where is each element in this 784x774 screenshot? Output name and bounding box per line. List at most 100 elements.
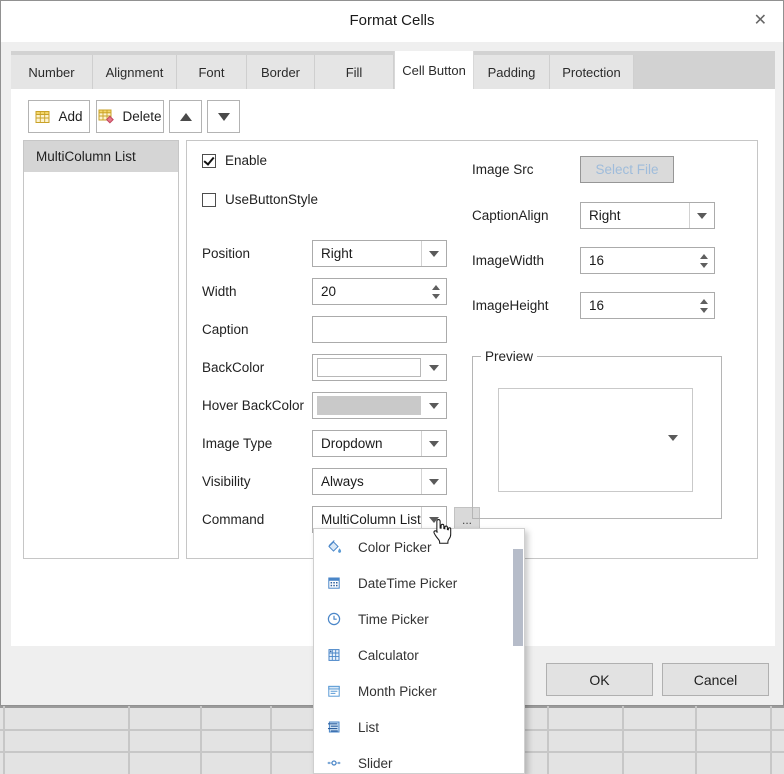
dropdown-item-label: Month Picker	[358, 684, 437, 699]
dropdown-item-slider[interactable]: Slider	[314, 745, 524, 774]
enable-checkbox[interactable]	[202, 154, 216, 168]
spin-up-icon[interactable]	[700, 299, 708, 304]
close-icon[interactable]: ✕	[754, 11, 767, 31]
position-label: Position	[202, 240, 250, 267]
dropdown-item-label: DateTime Picker	[358, 576, 457, 591]
hover-backcolor-picker[interactable]	[312, 392, 447, 419]
image-type-value: Dropdown	[313, 436, 421, 451]
tab-strip: Number Alignment Font Border Fill Cell B…	[11, 51, 775, 89]
dropdown-item-label: List	[358, 720, 379, 735]
month-picker-icon	[326, 683, 342, 699]
add-button[interactable]: Add	[28, 100, 90, 133]
spin-down-icon[interactable]	[700, 263, 708, 268]
dropdown-item-label: Slider	[358, 756, 393, 771]
position-value: Right	[313, 246, 421, 261]
slider-icon	[326, 755, 342, 771]
tab-protection[interactable]: Protection	[550, 55, 634, 89]
enable-checkbox-row[interactable]: Enable	[202, 153, 267, 168]
caption-align-combobox[interactable]: Right	[580, 202, 715, 229]
grid-line	[547, 706, 549, 774]
ok-button[interactable]: OK	[546, 663, 653, 696]
visibility-combobox[interactable]: Always	[312, 468, 447, 495]
dropdown-item-month-picker[interactable]: Month Picker	[314, 673, 524, 709]
enable-label: Enable	[225, 153, 267, 168]
image-src-label: Image Src	[472, 156, 534, 183]
dropdown-item-list[interactable]: List	[314, 709, 524, 745]
width-input[interactable]	[313, 284, 426, 299]
select-file-button[interactable]: Select File	[580, 156, 674, 183]
tab-cell-button[interactable]: Cell Button	[394, 51, 474, 89]
list-icon	[326, 719, 342, 735]
chevron-down-icon[interactable]	[421, 241, 446, 266]
usebuttonstyle-checkbox[interactable]	[202, 193, 216, 207]
chevron-down-icon[interactable]	[689, 203, 714, 228]
image-type-combobox[interactable]: Dropdown	[312, 430, 447, 457]
grid-line	[128, 706, 130, 774]
width-label: Width	[202, 278, 237, 305]
usebuttonstyle-label: UseButtonStyle	[225, 192, 318, 207]
tab-fill[interactable]: Fill	[315, 55, 394, 89]
hover-backcolor-label: Hover BackColor	[202, 392, 304, 419]
calculator-icon	[326, 647, 342, 663]
image-height-input[interactable]	[581, 298, 694, 313]
tab-padding[interactable]: Padding	[474, 55, 550, 89]
command-label: Command	[202, 506, 264, 533]
add-button-label: Add	[58, 109, 82, 124]
cell-button-listbox: MultiColumn List	[23, 140, 179, 559]
spin-up-icon[interactable]	[700, 254, 708, 259]
properties-panel: Enable UseButtonStyle Position Right Wid…	[186, 140, 758, 559]
preview-cell	[498, 388, 693, 492]
grid-line	[200, 706, 202, 774]
chevron-down-icon[interactable]	[421, 431, 446, 456]
visibility-value: Always	[313, 474, 421, 489]
add-table-icon	[35, 110, 50, 124]
tab-alignment[interactable]: Alignment	[93, 55, 177, 89]
backcolor-picker[interactable]	[312, 354, 447, 381]
image-type-label: Image Type	[202, 430, 272, 457]
move-down-button[interactable]	[207, 100, 240, 133]
grid-line	[695, 706, 697, 774]
move-up-button[interactable]	[169, 100, 202, 133]
position-combobox[interactable]: Right	[312, 240, 447, 267]
chevron-down-icon[interactable]	[421, 469, 446, 494]
caption-input[interactable]	[313, 317, 446, 342]
list-item-multicolumn-list[interactable]: MultiColumn List	[24, 141, 178, 172]
delete-button-label: Delete	[122, 109, 161, 124]
delete-button[interactable]: Delete	[96, 100, 164, 133]
command-value: MultiColumn List	[313, 512, 421, 527]
delete-table-icon	[98, 109, 114, 124]
image-height-spinner[interactable]	[580, 292, 715, 319]
tab-number[interactable]: Number	[11, 55, 93, 89]
tab-border[interactable]: Border	[247, 55, 315, 89]
image-width-spinner[interactable]	[580, 247, 715, 274]
caption-align-value: Right	[581, 208, 689, 223]
dropdown-item-datetime-picker[interactable]: DateTime Picker	[314, 565, 524, 601]
caption-textbox[interactable]	[312, 316, 447, 343]
hand-cursor	[429, 518, 452, 552]
dialog-title: Format Cells	[1, 12, 783, 29]
backcolor-swatch	[317, 358, 421, 377]
grid-line	[770, 706, 772, 774]
dropdown-scrollbar-thumb[interactable]	[513, 549, 523, 646]
dropdown-item-calculator[interactable]: Calculator	[314, 637, 524, 673]
spin-down-icon[interactable]	[700, 308, 708, 313]
backcolor-label: BackColor	[202, 354, 264, 381]
caption-label: Caption	[202, 316, 249, 343]
command-dropdown-popup: Color Picker DateTime Picker Time Picker…	[313, 528, 525, 774]
width-spinner[interactable]	[312, 278, 447, 305]
cancel-button[interactable]: Cancel	[662, 663, 769, 696]
color-picker-icon	[326, 539, 342, 555]
spin-up-icon[interactable]	[432, 285, 440, 290]
dropdown-item-color-picker[interactable]: Color Picker	[314, 529, 524, 565]
dropdown-item-time-picker[interactable]: Time Picker	[314, 601, 524, 637]
image-width-input[interactable]	[581, 253, 694, 268]
visibility-label: Visibility	[202, 468, 251, 495]
spin-down-icon[interactable]	[432, 294, 440, 299]
grid-line	[3, 706, 5, 774]
usebuttonstyle-checkbox-row[interactable]: UseButtonStyle	[202, 192, 318, 207]
chevron-down-icon[interactable]	[421, 355, 446, 380]
chevron-down-icon[interactable]	[421, 393, 446, 418]
preview-legend: Preview	[481, 349, 537, 364]
up-arrow-icon	[180, 113, 192, 121]
tab-font[interactable]: Font	[177, 55, 247, 89]
